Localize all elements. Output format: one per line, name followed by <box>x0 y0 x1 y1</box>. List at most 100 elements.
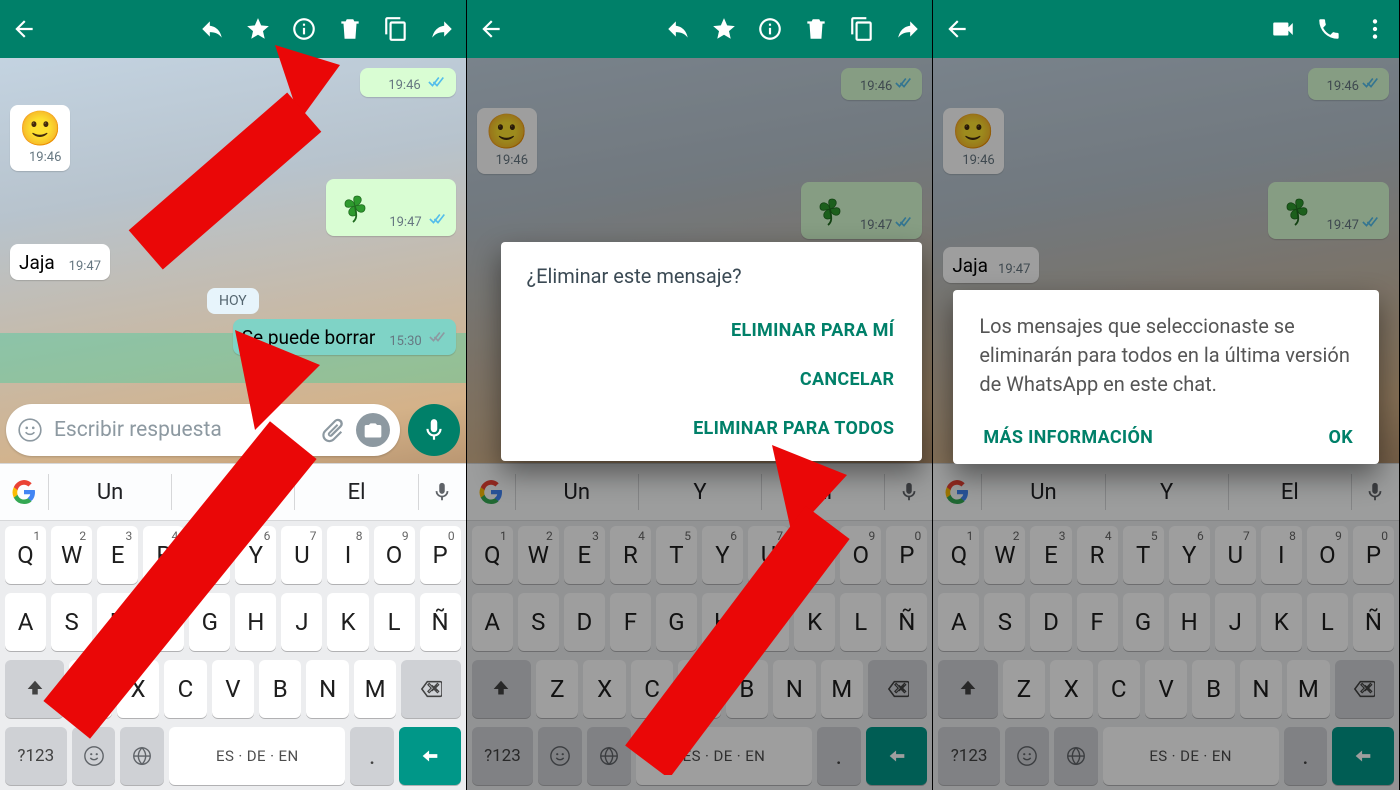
mic-button[interactable] <box>408 404 460 456</box>
key-Q[interactable]: 1Q <box>938 526 979 584</box>
more-icon[interactable] <box>1361 15 1389 43</box>
key-T[interactable]: 5T <box>189 526 230 584</box>
delete-for-me-button[interactable]: ELIMINAR PARA MÍ <box>527 306 901 355</box>
star-icon[interactable] <box>710 15 738 43</box>
key-Y[interactable]: 6Y <box>702 526 743 584</box>
key-R[interactable]: 4R <box>1077 526 1118 584</box>
key-L[interactable]: L <box>374 593 415 651</box>
key-Q[interactable]: 1Q <box>472 526 513 584</box>
copy-icon[interactable] <box>382 15 410 43</box>
suggestion-1[interactable]: Un <box>48 474 171 510</box>
emoji-key[interactable] <box>72 727 116 785</box>
key-Z[interactable]: Z <box>69 660 111 718</box>
back-icon[interactable] <box>477 15 505 43</box>
suggestion-2[interactable]: Y <box>171 474 294 510</box>
key-D[interactable]: D <box>564 593 605 651</box>
key-A[interactable]: A <box>5 593 46 651</box>
info-icon[interactable] <box>756 15 784 43</box>
back-icon[interactable] <box>943 15 971 43</box>
message-sent[interactable]: 19:46 <box>360 68 455 97</box>
key-M[interactable]: M <box>354 660 396 718</box>
back-icon[interactable] <box>10 15 38 43</box>
message-input[interactable]: Escribir respuesta <box>6 404 400 456</box>
video-icon[interactable] <box>1269 15 1297 43</box>
message-sent-selected[interactable]: Se puede borrar 15:30 <box>233 319 456 355</box>
key-O[interactable]: 9O <box>1307 526 1348 584</box>
shift-key[interactable] <box>5 660 64 718</box>
key-W[interactable]: 2W <box>51 526 92 584</box>
backspace-key[interactable] <box>401 660 460 718</box>
phone-icon[interactable] <box>1315 15 1343 43</box>
key-Ñ[interactable]: Ñ <box>420 593 461 651</box>
copy-icon[interactable] <box>848 15 876 43</box>
google-icon[interactable] <box>0 480 48 504</box>
key-F[interactable]: F <box>610 593 651 651</box>
info-icon[interactable] <box>290 15 318 43</box>
key-D[interactable]: D <box>97 593 138 651</box>
key-F[interactable]: F <box>143 593 184 651</box>
keyboard[interactable]: Un Y El 1Q2W3E4R5T6Y7U8I9O0P ASDFGHJKLÑ … <box>0 463 466 790</box>
camera-icon[interactable] <box>356 413 390 447</box>
key-Ñ[interactable]: Ñ <box>886 593 927 651</box>
key-C[interactable]: C <box>631 660 673 718</box>
key-M[interactable]: M <box>1287 660 1329 718</box>
attach-icon[interactable] <box>318 416 346 444</box>
numbers-key[interactable]: ?123 <box>5 727 67 785</box>
message-received[interactable]: Jaja 19:47 <box>10 244 110 280</box>
key-N[interactable]: N <box>1240 660 1282 718</box>
period-key[interactable]: . <box>350 727 394 785</box>
key-K[interactable]: K <box>1261 593 1302 651</box>
star-icon[interactable] <box>244 15 272 43</box>
key-Y[interactable]: 6Y <box>235 526 276 584</box>
key-T[interactable]: 5T <box>1123 526 1164 584</box>
key-B[interactable]: B <box>259 660 301 718</box>
key-O[interactable]: 9O <box>840 526 881 584</box>
key-G[interactable]: G <box>189 593 230 651</box>
key-B[interactable]: B <box>726 660 768 718</box>
key-K[interactable]: K <box>327 593 368 651</box>
key-N[interactable]: N <box>306 660 348 718</box>
trash-icon[interactable] <box>802 15 830 43</box>
key-X[interactable]: X <box>583 660 625 718</box>
key-P[interactable]: 0P <box>1353 526 1394 584</box>
enter-key[interactable] <box>399 727 461 785</box>
key-C[interactable]: C <box>164 660 206 718</box>
key-A[interactable]: A <box>472 593 513 651</box>
ok-button[interactable]: OK <box>1325 419 1357 456</box>
key-K[interactable]: K <box>794 593 835 651</box>
key-U[interactable]: 7U <box>748 526 789 584</box>
spacebar-key[interactable]: ES · DE · EN <box>169 727 345 785</box>
key-E[interactable]: 3E <box>1030 526 1071 584</box>
key-U[interactable]: 7U <box>281 526 322 584</box>
key-H[interactable]: H <box>1169 593 1210 651</box>
key-S[interactable]: S <box>51 593 92 651</box>
forward-icon[interactable] <box>428 15 456 43</box>
key-J[interactable]: J <box>281 593 322 651</box>
key-C[interactable]: C <box>1098 660 1140 718</box>
key-J[interactable]: J <box>748 593 789 651</box>
key-P[interactable]: 0P <box>420 526 461 584</box>
key-H[interactable]: H <box>702 593 743 651</box>
key-Z[interactable]: Z <box>1003 660 1045 718</box>
key-G[interactable]: G <box>656 593 697 651</box>
key-F[interactable]: F <box>1077 593 1118 651</box>
key-V[interactable]: V <box>1145 660 1187 718</box>
message-received[interactable]: 🙂 19:46 <box>10 105 70 171</box>
key-I[interactable]: 8I <box>794 526 835 584</box>
key-V[interactable]: V <box>678 660 720 718</box>
reply-icon[interactable] <box>198 15 226 43</box>
key-I[interactable]: 8I <box>1261 526 1302 584</box>
key-R[interactable]: 4R <box>610 526 651 584</box>
trash-icon[interactable] <box>336 15 364 43</box>
suggestion-3[interactable]: El <box>294 474 417 510</box>
key-A[interactable]: A <box>938 593 979 651</box>
key-X[interactable]: X <box>1050 660 1092 718</box>
cancel-button[interactable]: CANCELAR <box>527 355 901 404</box>
key-E[interactable]: 3E <box>564 526 605 584</box>
message-sent[interactable]: 19:47 <box>326 179 455 236</box>
key-E[interactable]: 3E <box>97 526 138 584</box>
key-U[interactable]: 7U <box>1215 526 1256 584</box>
key-B[interactable]: B <box>1192 660 1234 718</box>
key-Q[interactable]: 1Q <box>5 526 46 584</box>
key-V[interactable]: V <box>212 660 254 718</box>
